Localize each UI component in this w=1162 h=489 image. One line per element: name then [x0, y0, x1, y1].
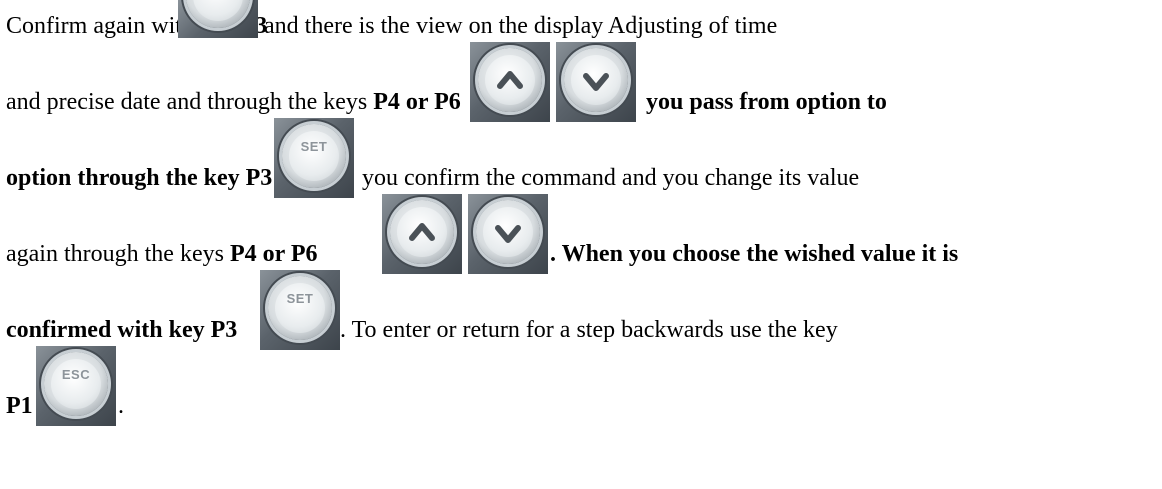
set-button-image: SET — [260, 270, 340, 350]
key-ref-p4-p6: P4 or P6 — [373, 89, 461, 115]
line-4-cont: . When you choose the wished value it is — [550, 238, 958, 270]
key-ref-p1: P1 — [6, 393, 33, 419]
text-bold: you pass from option to — [646, 89, 887, 115]
line-1-cont: and there is the view on the display Adj… — [264, 10, 777, 42]
arrow-up-icon — [409, 223, 435, 241]
down-arrow-button-image — [468, 194, 548, 274]
line-6-cont: . — [118, 390, 124, 422]
text: and there is the view on the display Adj… — [264, 13, 778, 39]
line-2: and precise date and through the keys P4… — [6, 86, 461, 118]
line-5: confirmed with key P3 — [6, 314, 237, 346]
arrow-down-icon — [583, 73, 609, 91]
set-button-image — [178, 0, 258, 38]
up-arrow-button-image — [382, 194, 462, 274]
line-3: option through the key P3 — [6, 162, 272, 194]
up-arrow-button-image — [470, 42, 550, 122]
line-4: again through the keys P4 or P6 — [6, 238, 318, 270]
esc-button-image: ESC — [36, 346, 116, 426]
text: and precise date and through the keys — [6, 89, 374, 115]
line-2-cont: you pass from option to — [646, 86, 887, 118]
key-ref-p4-p6: P4 or P6 — [229, 241, 318, 267]
set-button-image: SET — [274, 118, 354, 198]
arrow-up-icon — [497, 71, 523, 89]
esc-label: ESC — [61, 367, 91, 382]
key-ref-p3: option through the key P3 — [6, 165, 273, 191]
set-label: SET — [286, 291, 314, 306]
key-ref-p3: confirmed with key P3 — [6, 317, 238, 343]
text: again through the keys — [6, 241, 230, 267]
line-6: P1 — [6, 390, 33, 422]
text: you confirm the command and you change i… — [362, 165, 860, 191]
text: . To enter or return for a step backward… — [340, 317, 838, 343]
text-bold: . When you choose the wished value it is — [550, 241, 959, 267]
line-3-cont: you confirm the command and you change i… — [362, 162, 859, 194]
arrow-down-icon — [495, 225, 521, 243]
line-5-cont: . To enter or return for a step backward… — [340, 314, 838, 346]
set-label: SET — [300, 139, 328, 154]
text: . — [118, 393, 124, 419]
down-arrow-button-image — [556, 42, 636, 122]
